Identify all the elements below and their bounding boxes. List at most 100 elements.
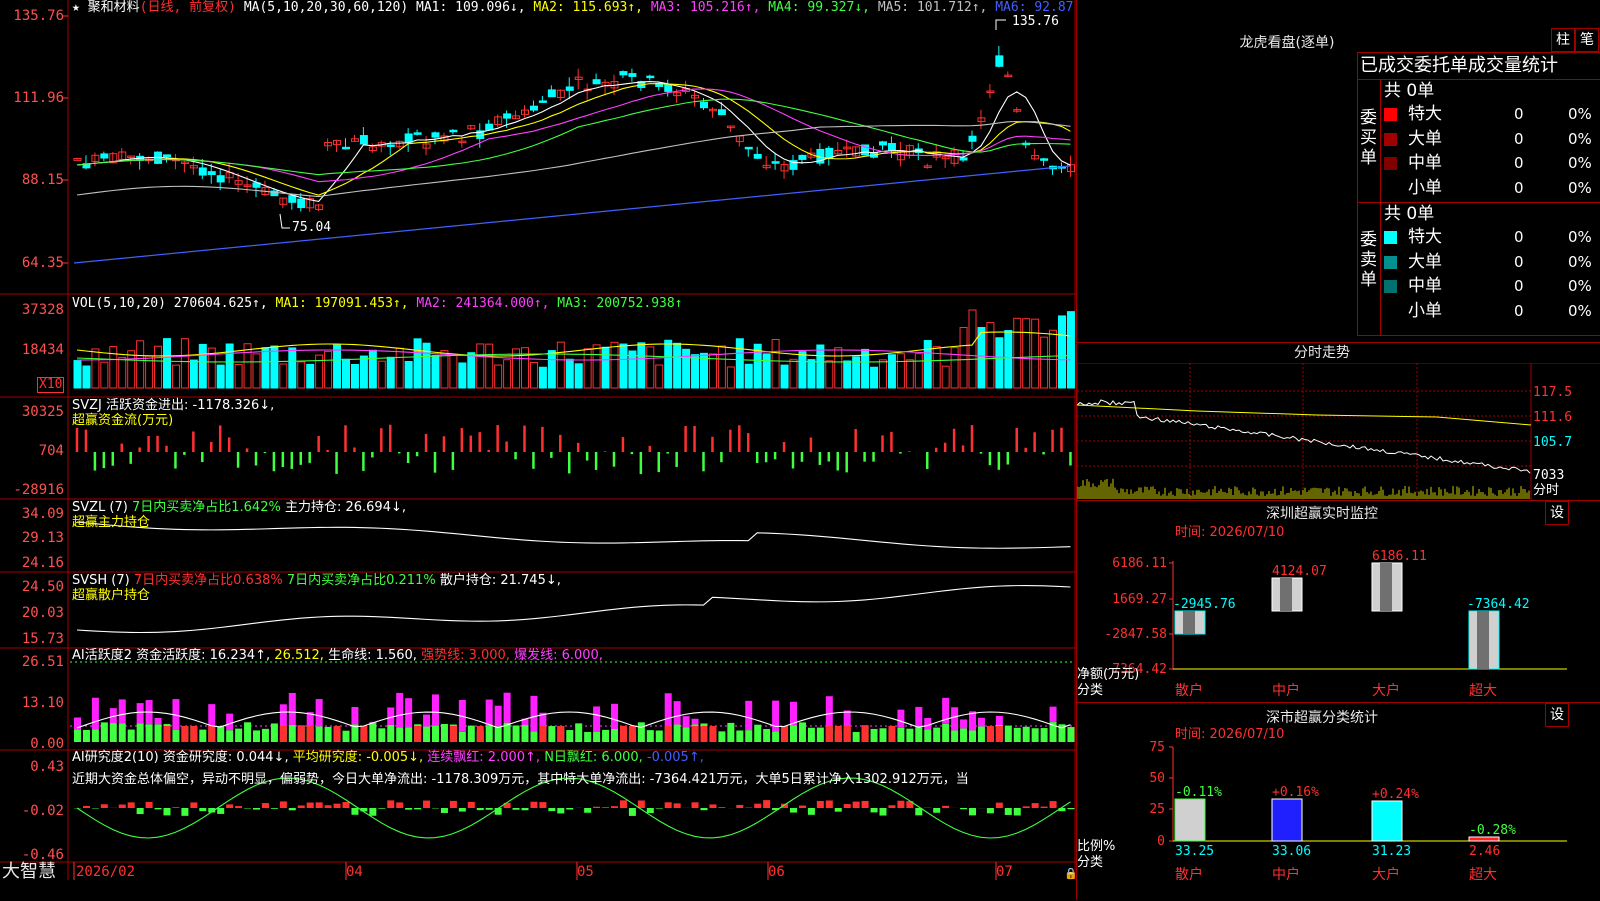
research-bar bbox=[83, 806, 90, 808]
value-label: 33.25 bbox=[1175, 844, 1214, 859]
activity-bar bbox=[119, 723, 126, 742]
volume-bar bbox=[781, 365, 788, 388]
period-label: (日线, 前复权) bbox=[140, 0, 236, 15]
sz-monitor-panel: 深圳超赢实时监控 设 时间: 2026/07/10 6186.111669.27… bbox=[1077, 500, 1600, 703]
activity-bar bbox=[101, 722, 108, 742]
y-label: 117.5 bbox=[1533, 385, 1572, 401]
activity-bar bbox=[674, 725, 681, 742]
vol-unit[interactable]: X10 bbox=[37, 377, 64, 393]
research-bar bbox=[1041, 807, 1048, 808]
research-bar bbox=[459, 808, 466, 812]
candle-body bbox=[530, 106, 537, 110]
research-bar bbox=[969, 808, 976, 815]
category-label: 散户 bbox=[1175, 682, 1203, 699]
ai2-value: 资金研究度: 0.044↓, bbox=[163, 750, 293, 765]
chart-canvas[interactable] bbox=[0, 0, 1076, 900]
candle-body bbox=[289, 196, 296, 203]
y-label: 88.15 bbox=[22, 172, 64, 188]
activity-bar bbox=[83, 730, 90, 742]
ma-values: MA1: 109.096↓, MA2: 115.693↑, MA3: 105.2… bbox=[416, 0, 1073, 15]
activity-bar bbox=[477, 726, 484, 742]
research-bar bbox=[334, 804, 341, 808]
activity-bar bbox=[378, 728, 385, 742]
tick-view-button[interactable]: 笔 bbox=[1575, 28, 1599, 52]
volume-bar bbox=[656, 365, 663, 388]
activity-bar bbox=[181, 726, 188, 742]
research-bar bbox=[199, 808, 206, 811]
y-label: 704 bbox=[39, 443, 64, 459]
intraday-chart[interactable] bbox=[1077, 363, 1600, 501]
volume-bar bbox=[960, 328, 967, 388]
axis-subtitle: 分类 bbox=[1077, 683, 1103, 699]
y-label: 6186.11 bbox=[1112, 556, 1167, 571]
research-bar bbox=[674, 803, 681, 808]
research-bar bbox=[316, 802, 323, 808]
research-bar bbox=[530, 802, 537, 808]
activity-bar bbox=[271, 723, 278, 742]
date-label: 07 bbox=[996, 864, 1013, 880]
research-bar bbox=[298, 805, 305, 808]
volume-bar bbox=[137, 341, 144, 388]
research-bar bbox=[414, 808, 421, 809]
activity-bar bbox=[808, 728, 815, 742]
y-label: 1669.27 bbox=[1112, 592, 1167, 607]
activity-bar bbox=[862, 726, 869, 742]
activity-bar bbox=[647, 730, 654, 742]
activity-bar bbox=[799, 722, 806, 742]
y-label: -2847.58 bbox=[1104, 627, 1167, 642]
ratio-bar bbox=[1272, 799, 1302, 841]
y-label: 111.6 bbox=[1533, 410, 1572, 426]
candle-body bbox=[101, 154, 108, 158]
axis-title: 净额(万元) bbox=[1077, 667, 1139, 683]
volume-bar bbox=[155, 346, 162, 388]
activity-bar bbox=[978, 726, 985, 742]
ratio-bar bbox=[1372, 801, 1402, 841]
candle-body bbox=[486, 124, 493, 130]
candle-body bbox=[360, 136, 367, 144]
volume-bar bbox=[745, 364, 752, 388]
row-count: 0 bbox=[1514, 225, 1524, 249]
row-name: 特大 bbox=[1408, 102, 1442, 126]
intraday-frame bbox=[1077, 363, 1600, 501]
activity-bar bbox=[888, 726, 895, 742]
activity-bar bbox=[844, 710, 851, 728]
volume-bar bbox=[92, 349, 99, 388]
chart-area[interactable]: ★ 聚和材料(日线, 前复权) MA(5,10,20,30,60,120) MA… bbox=[0, 0, 1076, 900]
category-label: 大户 bbox=[1372, 682, 1400, 699]
volume-bar bbox=[271, 346, 278, 388]
research-bar bbox=[1005, 808, 1012, 815]
lhb-title: 龙虎看盘(逐单) bbox=[1077, 32, 1497, 52]
research-bar bbox=[754, 804, 761, 808]
bar-view-button[interactable]: 柱 bbox=[1551, 28, 1575, 52]
volume-bar bbox=[1059, 316, 1066, 388]
volume-bar bbox=[226, 344, 233, 388]
activity-bar bbox=[459, 732, 466, 742]
volume-bar bbox=[620, 344, 627, 388]
activity-bar bbox=[360, 726, 367, 742]
research-bar bbox=[137, 808, 144, 814]
activity-bar bbox=[351, 707, 358, 724]
y-label: 50 bbox=[1149, 771, 1165, 786]
color-swatch bbox=[1384, 231, 1397, 244]
volume-bar bbox=[334, 345, 341, 388]
color-swatch bbox=[1384, 108, 1397, 121]
volume-bar bbox=[906, 360, 913, 388]
research-bar bbox=[844, 804, 851, 808]
activity-bar bbox=[199, 730, 206, 742]
volume-bar bbox=[477, 344, 484, 388]
volume-bar bbox=[835, 348, 842, 388]
activity-bar bbox=[217, 726, 224, 742]
activity-bar bbox=[575, 723, 582, 742]
research-bar bbox=[396, 802, 403, 808]
research-bar bbox=[128, 802, 135, 808]
lhb-row: 特大00% bbox=[1382, 225, 1600, 249]
ma-value: MA4: 99.327↓, bbox=[768, 0, 878, 15]
research-bar bbox=[862, 801, 869, 808]
star-icon[interactable]: ★ bbox=[72, 0, 80, 15]
activity-bar bbox=[405, 727, 412, 742]
holding-line bbox=[77, 586, 1070, 633]
activity-bar bbox=[396, 727, 403, 742]
activity-bar bbox=[665, 693, 672, 729]
date-label: 05 bbox=[577, 864, 594, 880]
activity-bar bbox=[754, 725, 761, 742]
